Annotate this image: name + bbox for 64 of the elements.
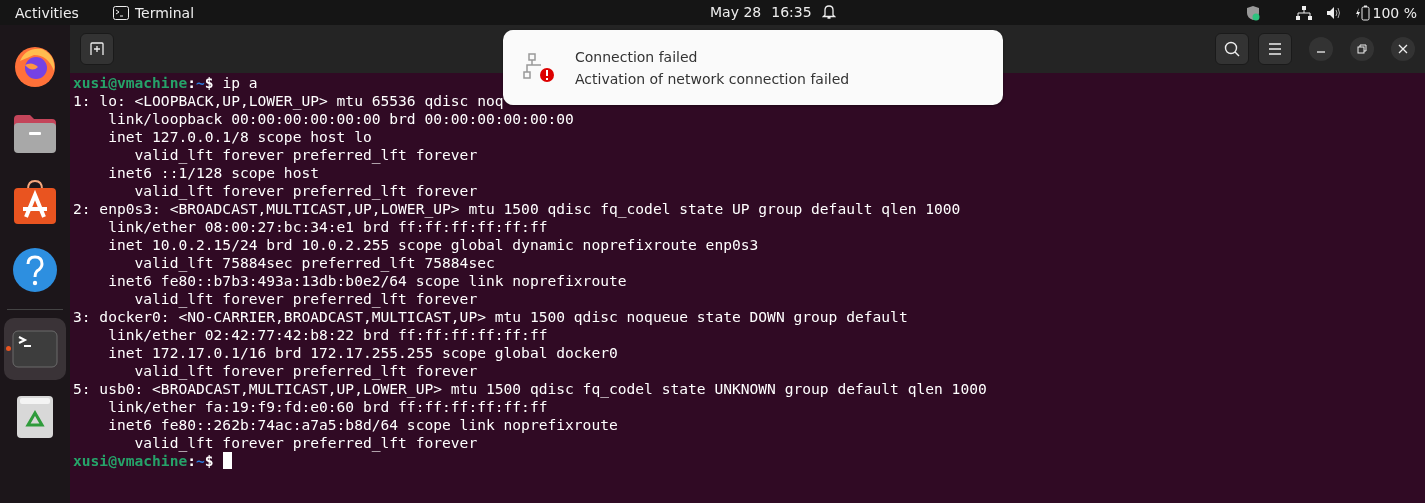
minimize-button[interactable]: [1309, 37, 1333, 61]
shopping-bag-icon[interactable]: [12, 179, 58, 225]
notification-banner[interactable]: Connection failed Activation of network connection failed: [503, 30, 1003, 105]
prompt-colon: :: [187, 452, 197, 470]
output-line: 5: usb0: <BROADCAST,MULTICAST,UP,LOWER_UP> mtu 1500 qdisc fq_codel state UNKNOWN group default qlen 1000: [73, 380, 987, 398]
output-line: inet6 ::1/128 scope host: [107, 164, 319, 182]
output-line: inet 127.0.0.1/8 scope host lo: [107, 128, 372, 146]
folder-icon[interactable]: [12, 113, 58, 155]
output-line: 1: lo: <LOOPBACK,UP,LOWER_UP> mtu 65536 qdisc noq: [73, 92, 504, 110]
output-line: valid_lft 75884sec preferred_lft 75884sec: [133, 254, 495, 272]
command-text: ip a: [221, 74, 258, 92]
terminal-icon: [112, 5, 129, 20]
output-line: link/ether 08:00:27:bc:34:e1 brd ff:ff:ff:ff:ff:ff: [107, 218, 548, 236]
output-line: valid_lft forever preferred_lft forever: [133, 146, 478, 164]
shield-icon[interactable]: [1245, 4, 1260, 21]
prompt-symbol: $: [204, 74, 214, 92]
restore-button[interactable]: [1350, 37, 1374, 61]
clock[interactable]: May 28 16:35: [710, 4, 836, 20]
notification-body: Activation of network connection failed: [575, 70, 850, 87]
output-line: 2: enp0s3: <BROADCAST,MULTICAST,UP,LOWER_UP> mtu 1500 qdisc fq_codel state UP group default qlen 1000: [73, 200, 961, 218]
minimize-icon: [1317, 51, 1325, 53]
menu-icon: [1268, 43, 1282, 55]
output-line: link/ether fa:19:f9:fd:e0:60 brd ff:ff:ff:ff:ff:ff: [107, 398, 548, 416]
prompt-path: ~: [196, 452, 205, 470]
app-name: Terminal: [134, 4, 195, 21]
prompt-user-host: xusi@vmachine: [73, 74, 188, 92]
close-icon: [1398, 44, 1408, 54]
output-line: inet 172.17.0.1/16 brd 172.17.255.255 scope global docker0: [107, 344, 618, 362]
output-line: valid_lft forever preferred_lft forever: [133, 434, 478, 452]
volume-icon[interactable]: [1325, 5, 1342, 20]
app-menu[interactable]: Terminal: [112, 4, 195, 21]
output-line: link/ether 02:42:77:42:b8:22 brd ff:ff:ff:ff:ff:ff: [107, 326, 548, 344]
terminal-icon[interactable]: [12, 330, 58, 368]
battery-icon[interactable]: [1355, 4, 1370, 21]
battery-percentage: 100 %: [1372, 4, 1417, 21]
new-tab-button[interactable]: [80, 33, 114, 65]
output-line: inet6 fe80::262b:74ac:a7a5:b8d/64 scope link noprefixroute: [107, 416, 618, 434]
time: 16:35: [771, 4, 812, 20]
prompt-colon: :: [187, 74, 197, 92]
network-error-icon: [523, 52, 555, 83]
prompt-path: ~: [196, 74, 205, 92]
restore-icon: [1357, 44, 1367, 54]
prompt-symbol: $: [204, 452, 214, 470]
output-line: 3: docker0: <NO-CARRIER,BROADCAST,MULTICAST,UP> mtu 1500 qdisc noqueue state DOWN group default: [73, 308, 908, 326]
notification-title: Connection failed: [575, 48, 699, 65]
recycle-bin-icon[interactable]: [16, 395, 54, 439]
date: May 28: [710, 4, 762, 20]
menu-button[interactable]: [1258, 33, 1292, 65]
search-button[interactable]: [1215, 33, 1249, 65]
text-cursor: [222, 452, 232, 469]
activities-button[interactable]: Activities: [15, 4, 79, 21]
output-line: inet 10.0.2.15/24 brd 10.0.2.255 scope global dynamic noprefixroute enp0s3: [107, 236, 759, 254]
bell-icon: [821, 4, 836, 20]
close-button[interactable]: [1391, 37, 1415, 61]
output-line: valid_lft forever preferred_lft forever: [133, 362, 478, 380]
output-line: valid_lft forever preferred_lft forever: [133, 290, 478, 308]
network-icon[interactable]: [1295, 5, 1312, 20]
prompt-user-host: xusi@vmachine: [73, 452, 188, 470]
search-icon: [1224, 41, 1240, 57]
new-tab-icon: [90, 42, 104, 56]
output-line: valid_lft forever preferred_lft forever: [133, 182, 478, 200]
output-line: link/loopback 00:00:00:00:00:00 brd 00:00:00:00:00:00: [107, 110, 574, 128]
output-line: inet6 fe80::b7b3:493a:13db:b0e2/64 scope link noprefixroute: [107, 272, 627, 290]
help-icon[interactable]: [12, 247, 58, 293]
